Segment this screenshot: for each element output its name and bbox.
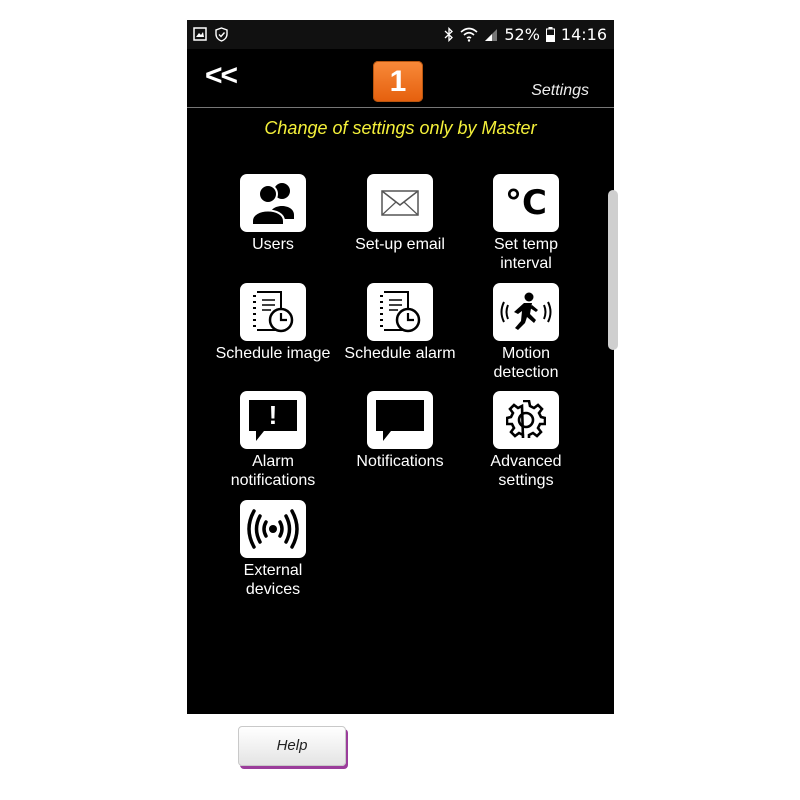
radio-waves-icon <box>240 500 306 558</box>
running-person-icon <box>493 283 559 341</box>
tile-alarm-notifications[interactable]: ! Alarm notifications <box>210 391 336 490</box>
tile-setup-email[interactable]: Set-up email <box>337 174 463 254</box>
tile-external-devices[interactable]: External devices <box>210 500 336 599</box>
alert-bubble-icon: ! <box>240 391 306 449</box>
tile-label: External devices <box>243 562 303 598</box>
app-bar: << 1 Settings <box>187 49 614 108</box>
tile-label: Users <box>252 236 294 253</box>
users-icon <box>240 174 306 232</box>
clock-time: 14:16 <box>560 25 607 44</box>
back-button[interactable]: << <box>205 59 238 93</box>
exclamation-mark: ! <box>269 400 278 430</box>
envelope-icon <box>367 174 433 232</box>
tile-label: Notifications <box>356 453 444 470</box>
tile-label: Alarm notifications <box>230 453 316 489</box>
celsius-icon: °C <box>493 174 559 232</box>
tile-label: Schedule image <box>215 345 331 362</box>
tile-label: Advanced settings <box>490 453 562 489</box>
page-title: Settings <box>531 82 589 99</box>
schedule-clock-icon <box>240 283 306 341</box>
help-button[interactable]: Help <box>238 726 346 766</box>
gallery-icon <box>193 27 207 41</box>
battery-percent: 52% <box>504 25 540 44</box>
tile-schedule-image[interactable]: Schedule image <box>210 283 336 363</box>
celsius-symbol: °C <box>505 183 547 223</box>
wifi-icon <box>460 27 478 42</box>
phone-screen: 52% 14:16 << 1 Settings Change of settin… <box>187 20 614 714</box>
shield-icon <box>215 27 228 42</box>
status-bar: 52% 14:16 <box>187 20 614 49</box>
tile-motion-detection[interactable]: Motion detection <box>463 283 589 382</box>
tile-label: Set temp interval <box>493 236 559 272</box>
battery-icon <box>545 27 555 42</box>
master-notice: Change of settings only by Master <box>264 118 537 138</box>
speech-bubble-icon <box>367 391 433 449</box>
tile-label: Schedule alarm <box>344 345 456 362</box>
schedule-clock-icon <box>367 283 433 341</box>
device-number-badge: 1 <box>373 61 423 102</box>
tile-advanced-settings[interactable]: Advanced settings <box>463 391 589 490</box>
tile-schedule-alarm[interactable]: Schedule alarm <box>337 283 463 363</box>
tile-notifications[interactable]: Notifications <box>337 391 463 471</box>
tile-set-temp-interval[interactable]: °C Set temp interval <box>463 174 589 273</box>
signal-icon <box>485 28 498 41</box>
tile-label: Motion detection <box>493 345 559 381</box>
tile-users[interactable]: Users <box>210 174 336 254</box>
edge-panel-handle[interactable] <box>608 190 618 350</box>
gear-icon <box>493 391 559 449</box>
tile-label: Set-up email <box>355 236 445 253</box>
bluetooth-icon <box>444 27 454 42</box>
